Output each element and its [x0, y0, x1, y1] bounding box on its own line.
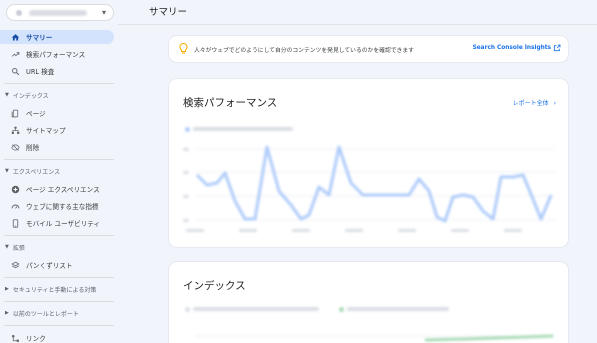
- legend-dot: [185, 127, 190, 132]
- divider: [4, 235, 114, 236]
- divider: [4, 325, 114, 326]
- section-legacy-tools[interactable]: ▶ 以前のツールとレポート: [0, 307, 114, 319]
- caret-down-icon: ▼: [5, 168, 9, 174]
- section-label: インデックス: [12, 92, 49, 100]
- section-experience[interactable]: ▼ エクスペリエンス: [0, 165, 114, 177]
- nav-item-removals[interactable]: 削除: [0, 140, 114, 154]
- plus-circle-icon: [10, 184, 20, 194]
- x-tick: [345, 229, 363, 232]
- chevron-down-icon: ▾: [101, 8, 106, 17]
- legend-dot: [185, 307, 190, 312]
- nav-item-breadcrumbs[interactable]: パンくずリスト: [0, 258, 114, 272]
- nav-item-core-web-vitals[interactable]: ウェブに関する主な指標: [0, 199, 114, 213]
- header-divider: [118, 24, 597, 25]
- nav-item-label: URL 検査: [26, 68, 55, 76]
- gauge-icon: [10, 201, 20, 211]
- y-tick: [183, 171, 189, 174]
- legend-label: [347, 307, 449, 311]
- caret-down-icon: ▼: [5, 92, 9, 98]
- x-tick: [398, 229, 416, 232]
- insights-banner: 人々がウェブでどのようにして自分のコンテンツを発見しているのかを確認できます S…: [169, 36, 568, 62]
- section-label: セキュリティと手動による対策: [12, 286, 97, 294]
- section-label: エクスペリエンス: [12, 168, 61, 176]
- legend-label: [193, 307, 319, 311]
- performance-title: 検索パフォーマンス: [183, 97, 278, 109]
- phone-icon: [10, 218, 20, 228]
- x-tick: [504, 229, 522, 232]
- trending-up-icon: [10, 49, 20, 59]
- caret-down-icon: ▼: [5, 244, 9, 250]
- divider: [4, 277, 114, 278]
- section-label: 拡張: [12, 244, 25, 252]
- nav-item-label: ページ エクスペリエンス: [26, 186, 100, 194]
- caret-right-icon: ▶: [5, 286, 9, 292]
- nav-item-label: 検索パフォーマンス: [26, 51, 86, 59]
- caret-right-icon: ▶: [5, 310, 9, 316]
- x-tick: [186, 229, 204, 232]
- nav-item-page-experience[interactable]: ページ エクスペリエンス: [0, 182, 114, 196]
- open-in-new-icon[interactable]: [553, 44, 561, 54]
- x-tick: [451, 229, 469, 232]
- nav-item-performance[interactable]: 検索パフォーマンス: [0, 47, 114, 61]
- x-tick: [239, 229, 257, 232]
- divider: [4, 83, 114, 84]
- page-icon: [10, 108, 20, 118]
- nav-item-label: モバイル ユーザビリティ: [26, 220, 101, 228]
- legend-dot: [339, 307, 344, 312]
- nav-item-label: 削除: [26, 144, 40, 152]
- nav-item-summary[interactable]: サマリー: [0, 30, 114, 44]
- legend-label: [193, 127, 293, 131]
- y-tick: [183, 148, 189, 151]
- index-title: インデックス: [183, 280, 246, 292]
- y-tick: [183, 195, 189, 198]
- home-icon: [10, 32, 20, 42]
- search-icon: [10, 66, 20, 76]
- sitemap-icon: [10, 125, 20, 135]
- nav-item-sitemaps[interactable]: サイトマップ: [0, 123, 114, 137]
- index-card: インデックス: [169, 262, 568, 343]
- section-enhancements[interactable]: ▼ 拡張: [0, 241, 114, 253]
- divider: [4, 159, 114, 160]
- sidebar: ▾ サマリー 検索パフォーマンス URL 検査 ▼ インデックス ページ サイト…: [0, 0, 118, 343]
- section-security[interactable]: ▶ セキュリティと手動による対策: [0, 283, 114, 295]
- removal-icon: [10, 142, 20, 152]
- y-tick: [183, 219, 189, 222]
- section-index[interactable]: ▼ インデックス: [0, 89, 114, 101]
- layers-icon: [10, 260, 20, 270]
- nav-item-label: ページ: [26, 110, 46, 118]
- property-name: [29, 10, 87, 16]
- nav-item-links[interactable]: リンク: [0, 331, 114, 343]
- nav-item-mobile-usability[interactable]: モバイル ユーザビリティ: [0, 216, 114, 230]
- x-tick: [292, 229, 310, 232]
- banner-text: 人々がウェブでどのようにして自分のコンテンツを発見しているのかを確認できます: [194, 48, 414, 54]
- property-selector[interactable]: ▾: [6, 4, 114, 21]
- property-favicon-icon: [16, 10, 22, 16]
- nav-item-label: リンク: [26, 335, 46, 343]
- full-report-label: レポート全体: [512, 100, 549, 107]
- nav-item-label: サマリー: [26, 34, 53, 42]
- search-console-insights-link[interactable]: Search Console Insights: [473, 45, 551, 51]
- performance-card: 検索パフォーマンス レポート全体 ›: [169, 79, 568, 247]
- performance-line: [195, 145, 555, 223]
- nav-item-url-inspection[interactable]: URL 検査: [0, 64, 114, 78]
- nav-item-pages[interactable]: ページ: [0, 106, 114, 120]
- nav-item-label: ウェブに関する主な指標: [26, 203, 99, 211]
- divider: [4, 301, 114, 302]
- nav-item-label: サイトマップ: [26, 127, 66, 135]
- lightbulb-icon: [179, 42, 188, 56]
- chevron-right-icon: ›: [553, 100, 556, 107]
- nav-item-label: パンくずリスト: [26, 262, 73, 270]
- links-icon: [10, 333, 20, 343]
- section-label: 以前のツールとレポート: [12, 310, 79, 318]
- full-report-link[interactable]: レポート全体 ›: [513, 98, 556, 107]
- index-line: [195, 334, 555, 342]
- page-title: サマリー: [149, 7, 188, 18]
